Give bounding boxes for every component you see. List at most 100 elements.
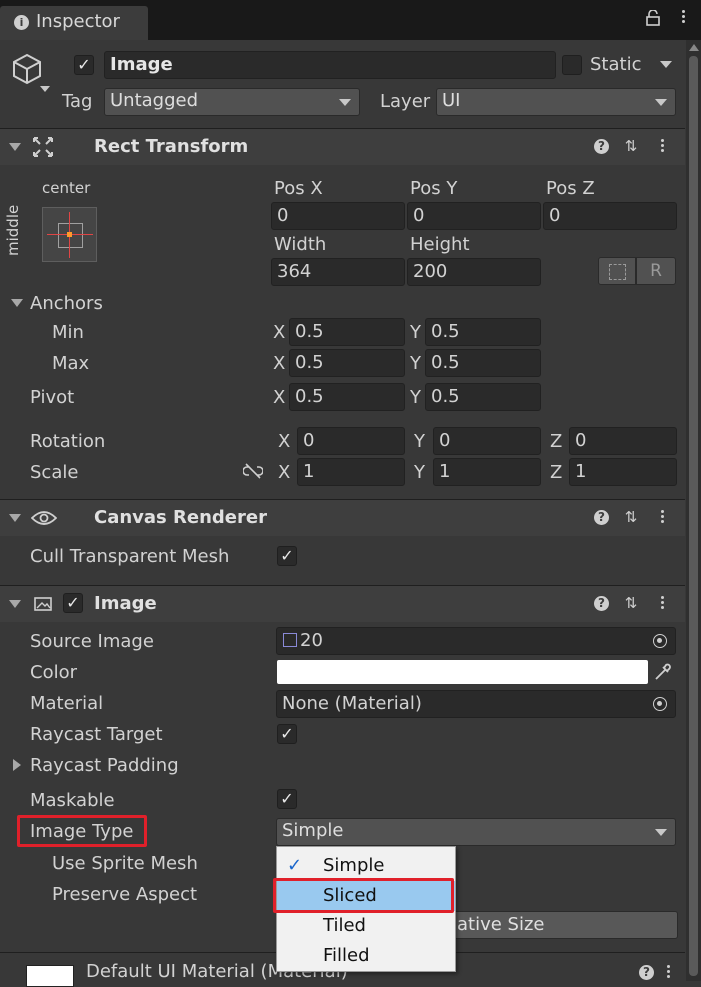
source-image-field[interactable]: 20	[276, 627, 676, 655]
image-component-icon	[33, 594, 53, 618]
name-field[interactable]: Image	[104, 51, 556, 79]
max-x-field[interactable]: 0.5	[289, 349, 405, 377]
scale-x-field[interactable]: 1	[297, 458, 405, 486]
pivot-y-field[interactable]: 0.5	[425, 383, 541, 411]
anchor-v-label: middle	[4, 204, 22, 256]
static-dropdown-arrow[interactable]	[660, 61, 672, 68]
raycast-padding-label[interactable]: Raycast Padding	[30, 755, 179, 777]
scale-label: Scale	[30, 462, 79, 483]
rot-x-field[interactable]: 0	[297, 427, 405, 455]
option-simple[interactable]: ✓ Simple	[277, 851, 455, 881]
image-enabled-checkbox[interactable]: ✓	[63, 593, 83, 613]
maskable-label: Maskable	[30, 790, 115, 811]
sliced-annotation-box	[273, 878, 454, 913]
blueprint-mode-button[interactable]	[598, 257, 636, 285]
option-filled[interactable]: Filled	[277, 941, 455, 971]
scale-z-label: Z	[550, 462, 563, 483]
scrollbar-thumb[interactable]	[689, 56, 698, 976]
scale-z-field[interactable]: 1	[569, 458, 677, 486]
material-preview-swatch	[26, 965, 74, 987]
icon-dropdown-arrow[interactable]	[40, 86, 50, 92]
source-image-label: Source Image	[30, 631, 154, 652]
min-x-field[interactable]: 0.5	[289, 318, 405, 346]
pos-x-field[interactable]: 0	[271, 202, 405, 230]
anchors-label: Anchors	[30, 293, 103, 314]
scale-y-field[interactable]: 1	[433, 458, 541, 486]
constrain-proportions-icon[interactable]	[242, 463, 264, 483]
image-component-header[interactable]: ✓ Image ? ⇅	[0, 585, 685, 622]
layer-label: Layer	[380, 91, 431, 112]
tag-dropdown[interactable]: Untagged	[104, 88, 360, 116]
component-menu-icon[interactable]	[661, 137, 665, 153]
foldout-arrow[interactable]	[9, 600, 21, 608]
option-tiled[interactable]: Tiled	[277, 911, 455, 941]
preserve-aspect-label: Preserve Aspect	[52, 884, 198, 905]
anchor-presets-button[interactable]	[42, 207, 97, 262]
eyedropper-icon[interactable]	[652, 661, 672, 683]
raycast-padding-foldout-arrow[interactable]	[13, 759, 21, 771]
static-checkbox[interactable]	[562, 55, 582, 75]
pos-y-field[interactable]: 0	[407, 202, 541, 230]
use-sprite-mesh-label: Use Sprite Mesh	[52, 853, 198, 874]
foldout-arrow[interactable]	[9, 143, 21, 151]
min-label: Min	[52, 322, 84, 343]
tab-inspector[interactable]: i Inspector	[0, 6, 148, 40]
help-icon[interactable]: ?	[594, 139, 609, 154]
tab-menu-icon[interactable]	[682, 8, 686, 24]
rot-y-field[interactable]: 0	[433, 427, 541, 455]
raycast-target-label: Raycast Target	[30, 724, 163, 745]
rect-transform-icon	[33, 137, 53, 161]
height-label: Height	[410, 234, 470, 255]
rot-z-label: Z	[550, 431, 563, 452]
checkmark-icon: ✓	[287, 855, 303, 876]
max-x-label: X	[273, 353, 286, 374]
sprite-icon	[283, 633, 297, 647]
object-picker-icon[interactable]	[653, 697, 667, 711]
help-icon[interactable]: ?	[639, 965, 654, 980]
presets-icon[interactable]: ⇅	[623, 138, 639, 154]
color-field[interactable]	[277, 660, 648, 684]
help-icon[interactable]: ?	[594, 596, 609, 611]
component-menu-icon[interactable]	[667, 963, 671, 979]
color-label: Color	[30, 662, 77, 683]
pos-y-label: Pos Y	[410, 178, 458, 199]
rot-z-field[interactable]: 0	[569, 427, 677, 455]
help-icon[interactable]: ?	[594, 510, 609, 525]
active-checkbox[interactable]: ✓	[74, 55, 94, 75]
image-type-dropdown[interactable]: Simple	[276, 818, 676, 846]
raycast-target-checkbox[interactable]: ✓	[277, 724, 297, 744]
scrollbar[interactable]	[686, 40, 701, 981]
raw-edit-button[interactable]: R	[636, 257, 676, 285]
pivot-x-field[interactable]: 0.5	[289, 383, 405, 411]
component-menu-icon[interactable]	[661, 508, 665, 524]
anchors-foldout-arrow[interactable]	[11, 299, 23, 307]
gameobject-cube-icon	[10, 52, 44, 90]
pivot-x-label: X	[273, 387, 286, 408]
foldout-arrow[interactable]	[9, 514, 21, 522]
cull-transparent-mesh-checkbox[interactable]: ✓	[277, 546, 297, 566]
rot-x-label: X	[278, 431, 291, 452]
min-x-label: X	[273, 322, 286, 343]
rot-y-label: Y	[414, 431, 425, 452]
material-field[interactable]: None (Material)	[276, 690, 676, 718]
static-label: Static	[590, 54, 642, 75]
pos-z-field[interactable]: 0	[543, 202, 677, 230]
canvas-renderer-title: Canvas Renderer	[94, 507, 267, 528]
maskable-checkbox[interactable]: ✓	[277, 789, 297, 809]
rect-transform-header[interactable]: Rect Transform ? ⇅	[0, 128, 685, 165]
layer-dropdown[interactable]: UI	[436, 88, 676, 116]
canvas-renderer-header[interactable]: Canvas Renderer ? ⇅	[0, 499, 685, 536]
presets-icon[interactable]: ⇅	[623, 509, 639, 525]
component-menu-icon[interactable]	[661, 594, 665, 610]
height-field[interactable]: 200	[407, 258, 541, 286]
cull-transparent-mesh-label: Cull Transparent Mesh	[30, 546, 230, 567]
chevron-down-icon	[339, 99, 351, 106]
object-picker-icon[interactable]	[653, 634, 667, 648]
min-y-field[interactable]: 0.5	[425, 318, 541, 346]
tab-title: Inspector	[36, 11, 120, 32]
anchor-h-label: center	[42, 179, 91, 197]
presets-icon[interactable]: ⇅	[623, 595, 639, 611]
lock-icon[interactable]	[646, 9, 660, 26]
width-field[interactable]: 364	[271, 258, 405, 286]
max-y-field[interactable]: 0.5	[425, 349, 541, 377]
